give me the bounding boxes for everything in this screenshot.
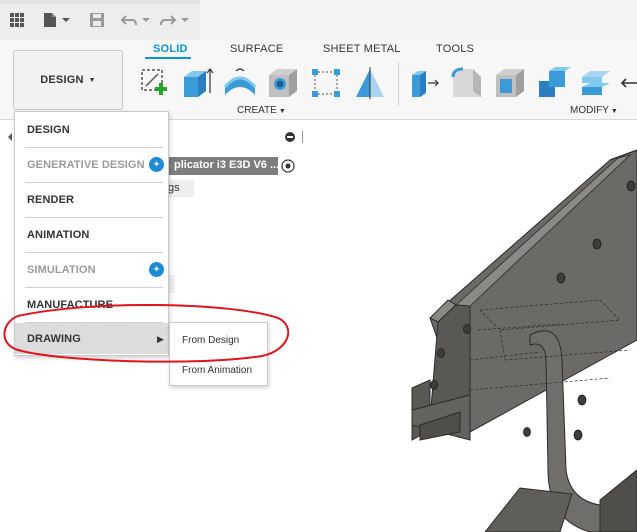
workspace-item-render[interactable]: RENDER <box>15 183 168 217</box>
collapse-arrow-icon[interactable] <box>6 132 14 142</box>
workspace-item-label: DESIGN <box>27 124 70 136</box>
workspace-item-simulation[interactable]: SIMULATION <box>15 253 168 287</box>
drawing-from-animation[interactable]: From Animation <box>170 355 267 385</box>
workspace-menu: DESIGN GENERATIVE DESIGN ✦ RENDER ANIMAT… <box>14 111 169 356</box>
sparkle-badge-icon: ✦ <box>149 157 164 172</box>
workspace-item-drawing[interactable]: DRAWING <box>15 323 168 354</box>
workspace-item-label: ANIMATION <box>27 229 90 241</box>
sparkle-badge-icon: ✦ <box>149 262 164 277</box>
workspace-item-label: MANUFACTURE <box>27 299 114 311</box>
workspace-item-animation[interactable]: ANIMATION <box>15 218 168 252</box>
root-component-row[interactable]: plicator i3 E3D V6 ... <box>168 157 278 175</box>
workspace-item-design[interactable]: DESIGN <box>15 113 168 147</box>
workspace-item-label: SIMULATION <box>27 264 96 276</box>
workspace-item-label: RENDER <box>27 194 75 206</box>
chevron-right-icon: ▶ <box>157 334 164 344</box>
drawing-submenu: From Design From Animation <box>169 322 268 386</box>
workspace-item-label: GENERATIVE DESIGN <box>27 159 145 171</box>
workspace-item-label: DRAWING <box>27 332 81 345</box>
panel-minimize-icon[interactable] <box>283 130 305 144</box>
workspace-item-manufacture[interactable]: MANUFACTURE <box>15 288 168 322</box>
document-settings-node[interactable]: gs <box>168 180 194 197</box>
activate-component-radio-icon[interactable] <box>280 158 296 174</box>
drawing-from-design[interactable]: From Design <box>170 325 267 355</box>
fusion-window: DESIGN ▼ SOLID SURFACE SHEET METAL TOOLS <box>0 0 637 532</box>
workspace-item-generative-design[interactable]: GENERATIVE DESIGN <box>15 148 168 182</box>
